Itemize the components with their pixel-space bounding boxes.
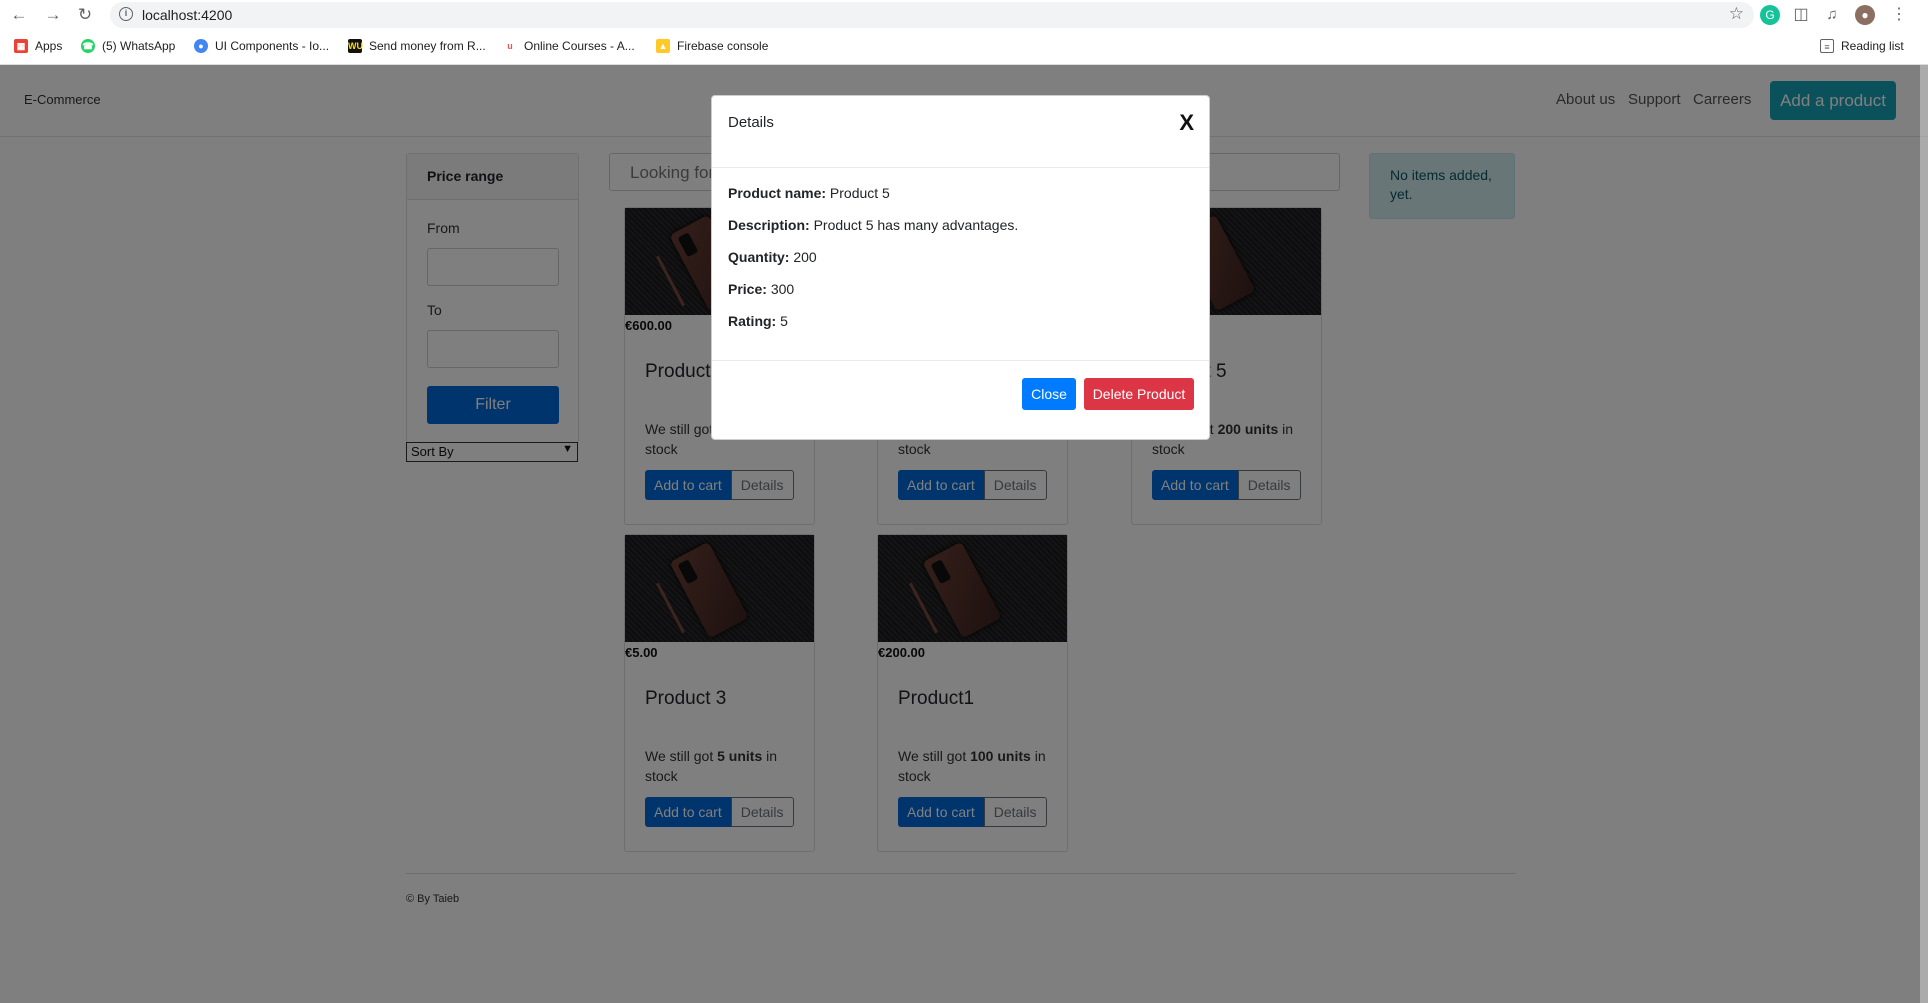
reload-icon[interactable]: ↻ [74, 4, 96, 26]
menu-kebab-icon[interactable]: ⋮ [1889, 5, 1909, 25]
bookmark-apps[interactable]: ▦ Apps [14, 39, 62, 53]
firebase-icon: ▲ [656, 39, 670, 53]
page-scrollbar[interactable] [1920, 65, 1928, 1003]
bookmark-star-icon[interactable]: ☆ [1729, 4, 1744, 24]
detail-rating: Rating: 5 [728, 313, 788, 329]
profile-avatar[interactable]: ● [1855, 5, 1875, 25]
reading-list-icon: ≡ [1820, 39, 1834, 53]
close-icon[interactable]: X [1179, 110, 1194, 136]
bookmark-ui-components[interactable]: ● UI Components - Io... [194, 39, 329, 53]
bookmark-western-union[interactable]: WU Send money from R... [348, 39, 486, 53]
extensions-icon[interactable]: ◫ [1791, 5, 1811, 25]
media-control-icon[interactable]: ♫ [1822, 5, 1842, 25]
ionic-icon: ● [194, 39, 208, 53]
url-text[interactable]: localhost:4200 [142, 7, 232, 23]
bookmark-firebase[interactable]: ▲ Firebase console [656, 39, 768, 53]
modal-title: Details [728, 114, 774, 131]
back-icon[interactable]: ← [8, 4, 30, 26]
address-row: ← → ↻ i localhost:4200 ☆ G ◫ ♫ ● ⋮ [0, 0, 1928, 30]
detail-quantity: Quantity: 200 [728, 249, 817, 265]
modal-footer-divider [712, 360, 1209, 361]
delete-product-button[interactable]: Delete Product [1084, 378, 1194, 410]
whatsapp-icon: ☎ [81, 39, 95, 53]
address-bar[interactable]: i localhost:4200 ☆ [110, 2, 1754, 28]
site-info-icon[interactable]: i [119, 7, 133, 21]
bookmark-online-courses[interactable]: u Online Courses - A... [503, 39, 635, 53]
udemy-icon: u [503, 39, 517, 53]
detail-price: Price: 300 [728, 281, 795, 297]
detail-product-name: Product name: Product 5 [728, 185, 890, 201]
browser-chrome: ← → ↻ i localhost:4200 ☆ G ◫ ♫ ● ⋮ ▦ Apps… [0, 0, 1928, 65]
details-modal: Details X Product name: Product 5 Descri… [711, 95, 1210, 440]
bookmark-whatsapp[interactable]: ☎ (5) WhatsApp [81, 39, 175, 53]
bookmarks-bar: ▦ Apps ☎ (5) WhatsApp ● UI Components - Io.… [0, 33, 1928, 61]
western-union-icon: WU [348, 39, 363, 53]
detail-description: Description: Product 5 has many advantag… [728, 217, 1019, 233]
forward-icon[interactable]: → [42, 4, 64, 26]
modal-header: Details X [712, 96, 1209, 168]
apps-grid-icon: ▦ [14, 39, 28, 53]
reading-list[interactable]: ≡ Reading list [1820, 39, 1904, 53]
grammarly-extension-icon[interactable]: G [1760, 5, 1780, 25]
close-button[interactable]: Close [1022, 378, 1076, 410]
